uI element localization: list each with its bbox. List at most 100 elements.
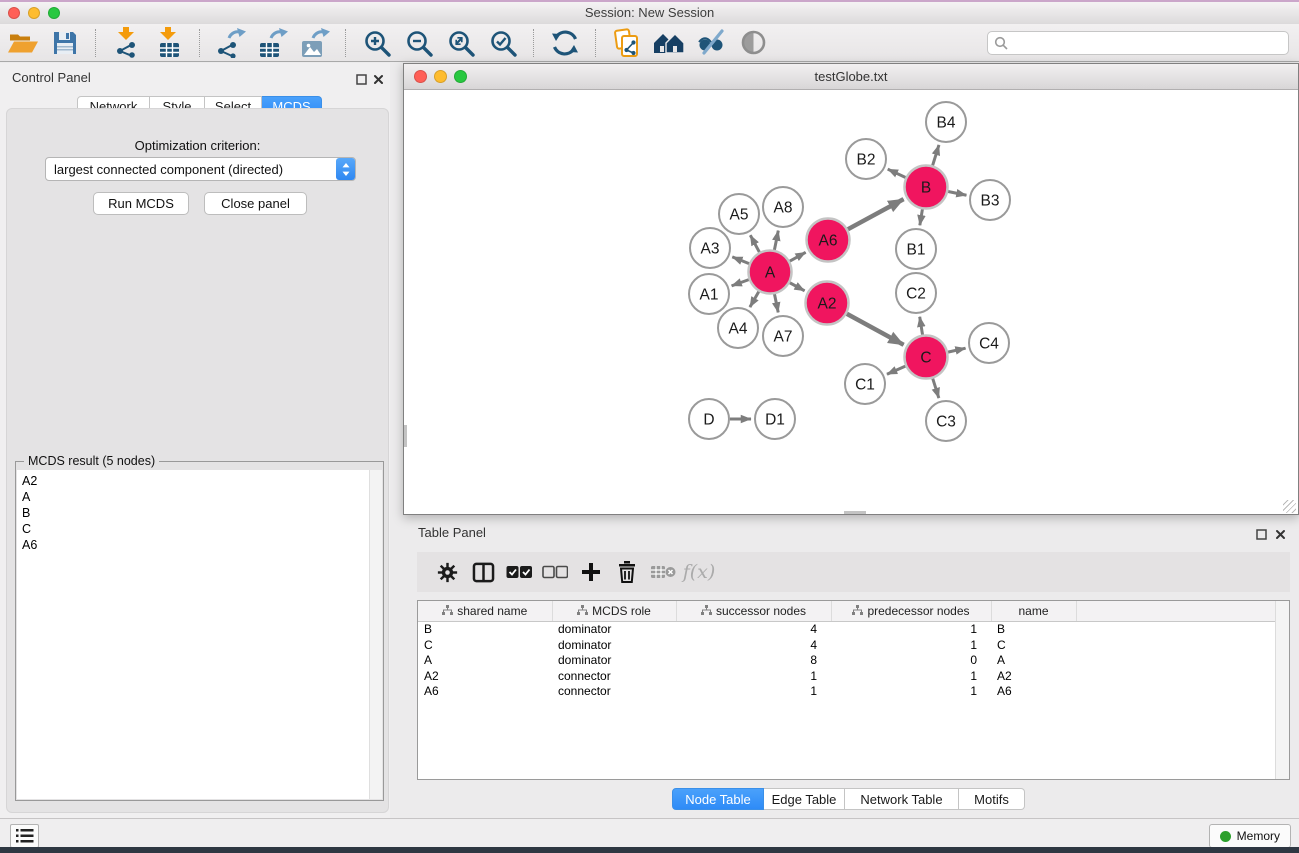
table-cell[interactable]: B <box>418 622 552 638</box>
table-row[interactable]: Adominator80A <box>418 653 1289 669</box>
graph-node[interactable]: C4 <box>969 323 1009 363</box>
save-session-button[interactable] <box>44 26 86 60</box>
graph-edge[interactable] <box>920 317 923 335</box>
table-cell[interactable] <box>1076 638 1289 654</box>
memory-button[interactable]: Memory <box>1209 824 1291 848</box>
table-cell[interactable]: A6 <box>991 684 1076 700</box>
column-header-name[interactable]: name <box>991 601 1076 622</box>
table-row[interactable]: A6connector11A6 <box>418 684 1289 700</box>
graph-edge[interactable] <box>933 378 939 398</box>
network-vscroll-thumb[interactable] <box>404 425 407 447</box>
table-cell[interactable]: 1 <box>831 622 991 638</box>
table-cell[interactable]: 4 <box>676 622 831 638</box>
graph-node[interactable]: A7 <box>763 316 803 356</box>
import-table-button[interactable] <box>148 26 190 60</box>
import-network-button[interactable] <box>106 26 148 60</box>
clone-network-button[interactable] <box>606 26 648 60</box>
graph-node[interactable]: A3 <box>690 228 730 268</box>
tab-motifs[interactable]: Motifs <box>959 788 1025 810</box>
task-history-button[interactable] <box>10 824 39 848</box>
table-cell[interactable]: dominator <box>552 622 676 638</box>
network-resize-grip[interactable] <box>1283 500 1296 513</box>
mcds-result-item[interactable]: A6 <box>17 537 369 553</box>
zoom-fit-button[interactable] <box>440 26 482 60</box>
graph-node[interactable]: B <box>905 166 948 209</box>
show-all-button[interactable] <box>732 26 774 60</box>
graph-node[interactable]: A2 <box>806 282 849 325</box>
mcds-result-item[interactable]: C <box>17 521 369 537</box>
column-header-mcds-role[interactable]: MCDS role <box>552 601 676 622</box>
graph-node[interactable]: A1 <box>689 274 729 314</box>
mcds-result-list[interactable]: A2ABCA6 <box>17 470 369 799</box>
graph-node[interactable]: C1 <box>845 364 885 404</box>
table-cell[interactable]: connector <box>552 684 676 700</box>
apply-layout-button[interactable] <box>544 26 586 60</box>
table-settings-button[interactable] <box>429 555 465 589</box>
mcds-result-item[interactable]: A2 <box>17 473 369 489</box>
close-mcds-panel-button[interactable]: Close panel <box>204 192 307 215</box>
graph-node[interactable]: A <box>749 251 792 294</box>
table-cell[interactable]: dominator <box>552 653 676 669</box>
table-cell[interactable]: A2 <box>418 669 552 685</box>
table-row[interactable]: Cdominator41C <box>418 638 1289 654</box>
network-graph[interactable]: B4B2BB3A5A8A6A3B1AA1C2A2A4A7C4CC1C3DD1 <box>404 90 1297 514</box>
graph-edge[interactable] <box>887 366 905 374</box>
graph-edge[interactable] <box>732 257 749 264</box>
float-panel-button[interactable] <box>354 72 368 86</box>
export-image-button[interactable] <box>294 26 336 60</box>
tab-network-table[interactable]: Network Table <box>845 788 959 810</box>
graph-edge[interactable] <box>933 145 939 166</box>
mcds-result-item[interactable]: B <box>17 505 369 521</box>
graph-node[interactable]: B1 <box>896 229 936 269</box>
graph-edge[interactable] <box>920 209 923 225</box>
table-cell[interactable] <box>1076 669 1289 685</box>
mcds-result-item[interactable]: A <box>17 489 369 505</box>
first-neighbors-button[interactable] <box>648 26 690 60</box>
table-cell[interactable]: 4 <box>676 638 831 654</box>
network-hscroll-thumb[interactable] <box>844 511 866 514</box>
graph-edge[interactable] <box>888 169 906 177</box>
mcds-result-scrollbar[interactable] <box>369 470 382 799</box>
network-window-titlebar[interactable]: testGlobe.txt <box>404 64 1298 90</box>
table-row[interactable]: A2connector11A2 <box>418 669 1289 685</box>
zoom-out-button[interactable] <box>398 26 440 60</box>
table-cell[interactable]: 1 <box>831 638 991 654</box>
table-cell[interactable]: A <box>418 653 552 669</box>
search-box[interactable] <box>987 31 1289 55</box>
table-cell[interactable]: 1 <box>676 684 831 700</box>
show-columns-button[interactable] <box>465 555 501 589</box>
table-cell[interactable]: C <box>418 638 552 654</box>
table-cell[interactable]: 1 <box>831 669 991 685</box>
run-mcds-button[interactable]: Run MCDS <box>93 192 189 215</box>
graph-edge[interactable] <box>848 199 904 229</box>
zoom-in-button[interactable] <box>356 26 398 60</box>
graph-node[interactable]: D <box>689 399 729 439</box>
function-builder-button[interactable]: f(x) <box>681 555 717 589</box>
tab-node-table[interactable]: Node Table <box>672 788 764 810</box>
table-cell[interactable]: 0 <box>831 653 991 669</box>
create-column-button[interactable] <box>573 555 609 589</box>
table-cell[interactable] <box>1076 653 1289 669</box>
graph-edge[interactable] <box>774 231 778 250</box>
search-input[interactable] <box>1008 33 1288 53</box>
graph-edge[interactable] <box>774 294 778 312</box>
table-cell[interactable] <box>1076 622 1289 638</box>
graph-edge[interactable] <box>750 235 759 252</box>
graph-edge[interactable] <box>847 314 904 345</box>
graph-node[interactable]: C2 <box>896 273 936 313</box>
graph-node[interactable]: D1 <box>755 399 795 439</box>
unselect-all-columns-button[interactable] <box>537 555 573 589</box>
table-close-button[interactable] <box>1273 527 1287 541</box>
graph-edge[interactable] <box>750 292 759 308</box>
graph-edge[interactable] <box>948 191 966 195</box>
graph-node[interactable]: B3 <box>970 180 1010 220</box>
graph-node[interactable]: A5 <box>719 194 759 234</box>
delete-table-button[interactable] <box>645 555 681 589</box>
table-cell[interactable] <box>1076 684 1289 700</box>
graph-node[interactable]: A6 <box>807 219 850 262</box>
graph-node[interactable]: C3 <box>926 401 966 441</box>
tab-edge-table[interactable]: Edge Table <box>764 788 845 810</box>
graph-node[interactable]: B4 <box>926 102 966 142</box>
table-cell[interactable]: 1 <box>676 669 831 685</box>
export-network-button[interactable] <box>210 26 252 60</box>
